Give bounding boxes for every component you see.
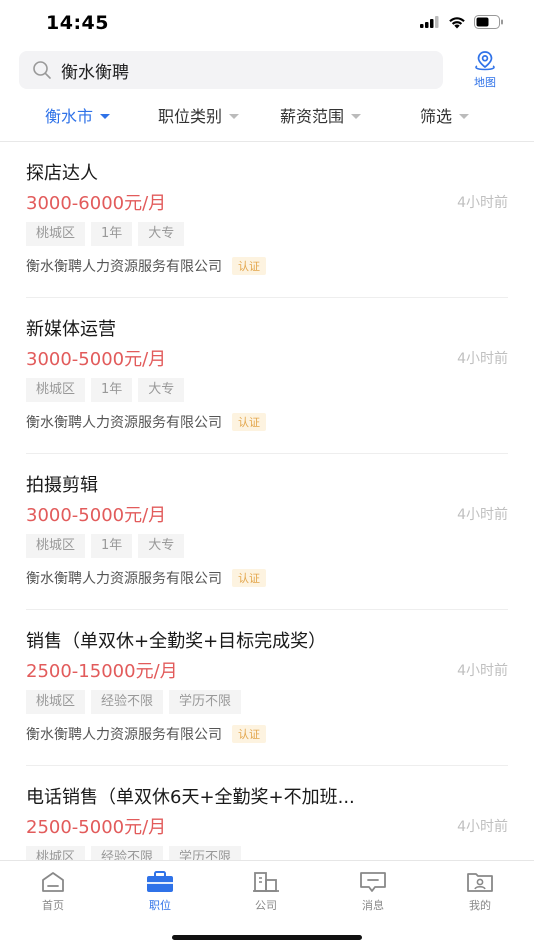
job-title: 新媒体运营: [26, 319, 116, 340]
job-tag: 学历不限: [169, 846, 242, 860]
building-icon: [253, 872, 279, 892]
tab-companies[interactable]: 公司: [236, 871, 296, 913]
job-posted-time: 4小时前: [457, 351, 508, 367]
job-list: 探店达人 3000-6000元/月 4小时前 桃城区 1年 大专 衡水衡聘人力资…: [0, 142, 534, 860]
job-tag: 大专: [138, 222, 185, 246]
job-tag: 1年: [91, 534, 133, 558]
caret-down-icon: [100, 113, 111, 119]
verified-badge: 认证: [232, 725, 266, 743]
caret-down-icon: [229, 113, 240, 119]
job-tag: 大专: [138, 534, 185, 558]
tab-companies-label: 公司: [255, 899, 277, 912]
job-company-row: 衡水衡聘人力资源服务有限公司 认证: [26, 256, 266, 276]
job-company-row: 衡水衡聘人力资源服务有限公司 认证: [26, 568, 266, 588]
verified-badge: 认证: [232, 257, 266, 275]
job-card[interactable]: 探店达人 3000-6000元/月 4小时前 桃城区 1年 大专 衡水衡聘人力资…: [26, 142, 508, 298]
job-tags: 桃城区 1年 大专: [26, 222, 185, 246]
job-company-row: 衡水衡聘人力资源服务有限公司 认证: [26, 724, 266, 744]
status-time: 14:45: [46, 12, 109, 34]
search-icon: [33, 61, 51, 79]
job-salary: 2500-15000元/月: [26, 661, 178, 682]
wifi-icon: [449, 16, 465, 28]
job-tag: 学历不限: [169, 690, 242, 714]
job-tags: 桃城区 1年 大专: [26, 534, 185, 558]
job-tags: 桃城区 1年 大专: [26, 378, 185, 402]
search-input[interactable]: 衡水衡聘: [19, 51, 443, 89]
job-salary: 3000-5000元/月: [26, 505, 167, 526]
company-name: 衡水衡聘人力资源服务有限公司: [26, 727, 222, 743]
verified-badge: 认证: [232, 569, 266, 587]
cellular-signal-icon: [420, 16, 439, 28]
tab-profile-label: 我的: [469, 899, 491, 912]
tab-home[interactable]: 首页: [23, 871, 83, 913]
job-salary: 2500-5000元/月: [26, 817, 167, 838]
tab-home-label: 首页: [42, 899, 64, 912]
map-button[interactable]: 地图: [463, 50, 507, 94]
job-tag: 桃城区: [26, 378, 86, 402]
home-icon: [42, 872, 64, 892]
job-card[interactable]: 电话销售（单双休6天+全勤奖+不加班... 2500-5000元/月 4小时前 …: [26, 766, 508, 860]
job-tag: 1年: [91, 222, 133, 246]
job-title: 拍摄剪辑: [26, 475, 98, 496]
job-tag: 桃城区: [26, 846, 86, 860]
job-posted-time: 4小时前: [457, 663, 508, 679]
status-icons: [420, 15, 504, 29]
home-indicator: [172, 935, 362, 940]
tab-messages-label: 消息: [362, 899, 384, 912]
filter-city[interactable]: 衡水市: [45, 103, 111, 127]
job-tag: 桃城区: [26, 690, 86, 714]
job-tags: 桃城区 经验不限 学历不限: [26, 846, 242, 860]
job-card[interactable]: 销售（单双休+全勤奖+目标完成奖） 2500-15000元/月 4小时前 桃城区…: [26, 610, 508, 766]
verified-badge: 认证: [232, 413, 266, 431]
caret-down-icon: [459, 113, 470, 119]
job-title: 电话销售（单双休6天+全勤奖+不加班...: [26, 787, 355, 808]
message-icon: [360, 872, 386, 892]
filter-salary-range-label: 薪资范围: [280, 107, 345, 126]
tab-jobs[interactable]: 职位: [130, 871, 190, 913]
company-name: 衡水衡聘人力资源服务有限公司: [26, 259, 222, 275]
filter-city-label: 衡水市: [45, 107, 94, 126]
filter-more-label: 筛选: [420, 107, 453, 126]
job-card[interactable]: 拍摄剪辑 3000-5000元/月 4小时前 桃城区 1年 大专 衡水衡聘人力资…: [26, 454, 508, 610]
job-tag: 经验不限: [91, 690, 164, 714]
company-name: 衡水衡聘人力资源服务有限公司: [26, 415, 222, 431]
tab-jobs-label: 职位: [149, 899, 171, 912]
map-label: 地图: [474, 76, 496, 89]
job-tag: 大专: [138, 378, 185, 402]
map-pin-icon: [475, 51, 495, 71]
job-title: 销售（单双休+全勤奖+目标完成奖）: [26, 631, 327, 652]
job-tag: 桃城区: [26, 222, 86, 246]
job-salary: 3000-5000元/月: [26, 349, 167, 370]
job-tag: 桃城区: [26, 534, 86, 558]
job-tags: 桃城区 经验不限 学历不限: [26, 690, 242, 714]
filter-job-category[interactable]: 职位类别: [158, 103, 240, 127]
status-bar: 14:45: [0, 0, 534, 46]
job-posted-time: 4小时前: [457, 819, 508, 835]
filter-salary-range[interactable]: 薪资范围: [280, 103, 362, 127]
tab-messages[interactable]: 消息: [343, 871, 403, 913]
caret-down-icon: [351, 113, 362, 119]
job-company-row: 衡水衡聘人力资源服务有限公司 认证: [26, 412, 266, 432]
job-card[interactable]: 新媒体运营 3000-5000元/月 4小时前 桃城区 1年 大专 衡水衡聘人力…: [26, 298, 508, 454]
job-posted-time: 4小时前: [457, 507, 508, 523]
filter-bar: 衡水市 职位类别 薪资范围 筛选: [0, 95, 534, 133]
job-posted-time: 4小时前: [457, 195, 508, 211]
job-salary: 3000-6000元/月: [26, 193, 167, 214]
job-tag: 经验不限: [91, 846, 164, 860]
briefcase-icon: [147, 871, 173, 892]
job-title: 探店达人: [26, 163, 98, 184]
battery-icon: [474, 15, 503, 29]
tab-profile[interactable]: 我的: [450, 871, 510, 913]
profile-icon: [467, 873, 493, 892]
search-query: 衡水衡聘: [61, 62, 129, 83]
filter-more[interactable]: 筛选: [420, 103, 470, 127]
job-tag: 1年: [91, 378, 133, 402]
company-name: 衡水衡聘人力资源服务有限公司: [26, 571, 222, 587]
filter-job-category-label: 职位类别: [158, 107, 223, 126]
